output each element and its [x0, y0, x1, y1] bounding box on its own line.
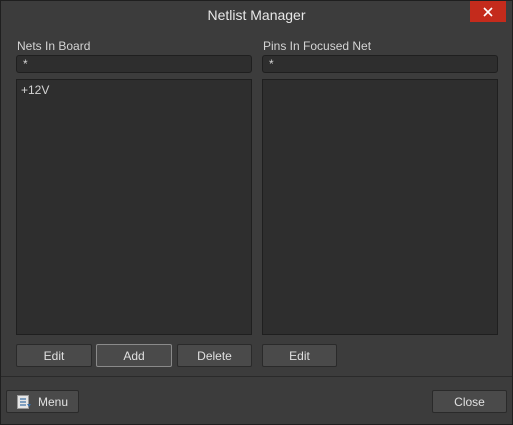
pins-edit-button[interactable]: Edit: [262, 344, 337, 367]
nets-edit-button[interactable]: Edit: [16, 344, 92, 367]
nets-delete-button[interactable]: Delete: [177, 344, 252, 367]
nets-add-button[interactable]: Add: [96, 344, 172, 367]
title-bar: Netlist Manager: [1, 1, 512, 29]
close-icon: [483, 6, 493, 17]
close-button[interactable]: Close: [432, 390, 507, 413]
nets-list[interactable]: +12V: [16, 79, 252, 335]
window-title: Netlist Manager: [207, 7, 306, 23]
nets-in-board-label: Nets In Board: [17, 39, 91, 53]
pins-in-focused-net-label: Pins In Focused Net: [263, 39, 372, 53]
close-window-button[interactable]: [470, 1, 506, 22]
net-list-item[interactable]: +12V: [17, 80, 251, 100]
footer-divider: [1, 376, 512, 377]
menu-button[interactable]: Menu: [6, 390, 79, 413]
pins-list[interactable]: [262, 79, 498, 335]
netlist-manager-dialog: Netlist Manager Nets In Board +12V Edit …: [0, 0, 513, 425]
menu-button-label: Menu: [38, 394, 69, 409]
menu-list-icon: [17, 394, 31, 409]
nets-filter-input[interactable]: [16, 55, 252, 73]
pins-filter-input[interactable]: [262, 55, 498, 73]
